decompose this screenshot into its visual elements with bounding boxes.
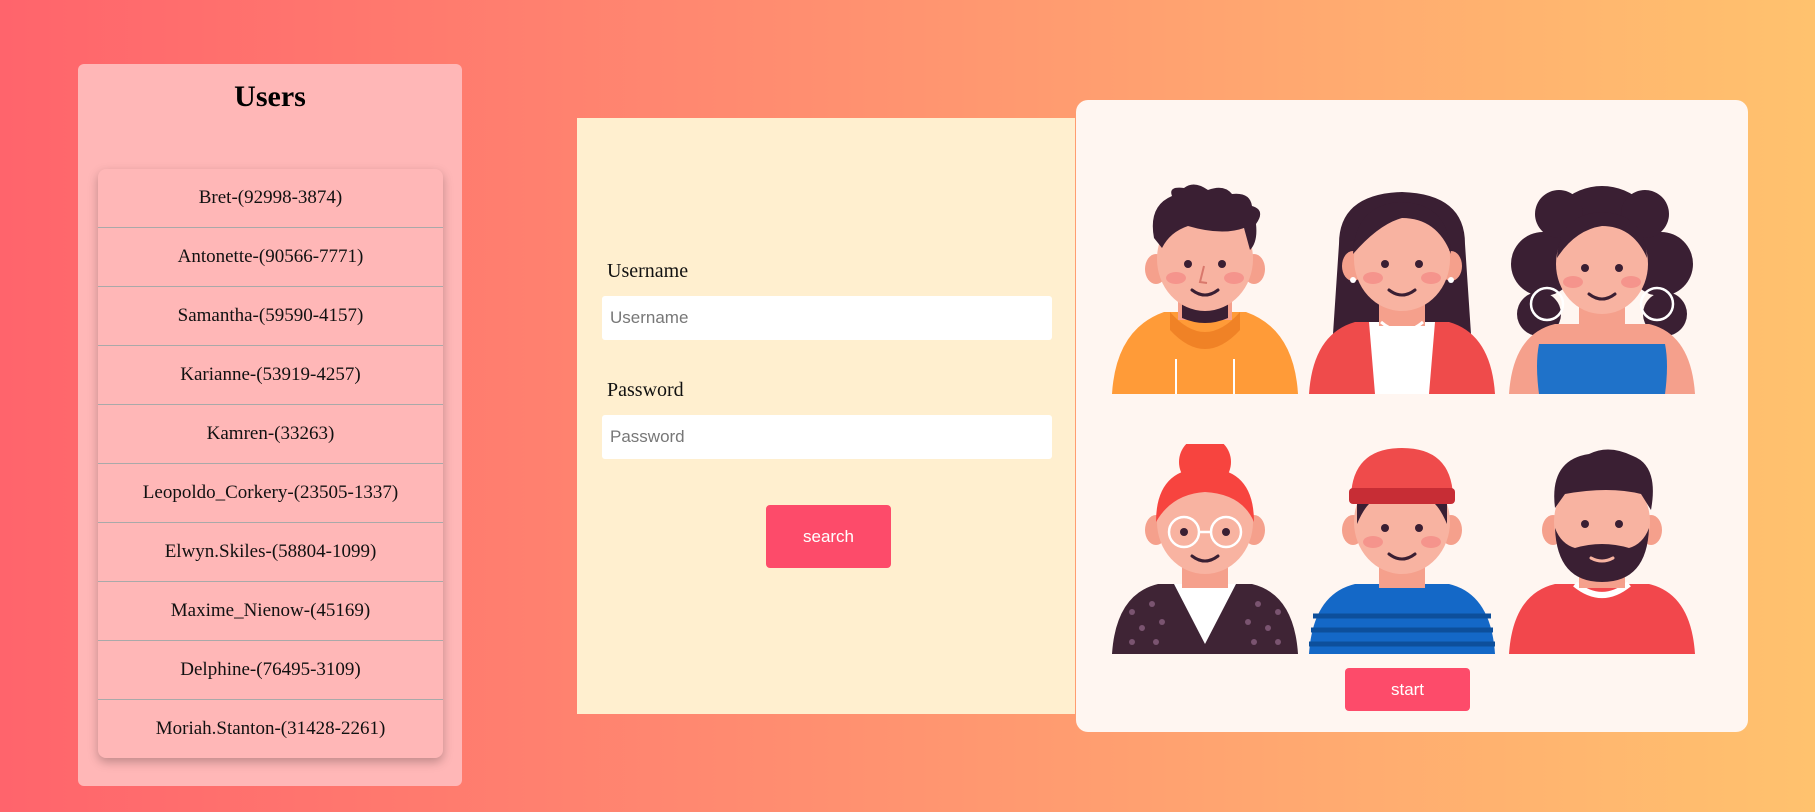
user-list-item[interactable]: Karianne-(53919-4257) [98, 346, 443, 405]
user-list-item[interactable]: Maxime_Nienow-(45169) [98, 582, 443, 641]
user-list-item[interactable]: Elwyn.Skiles-(58804-1099) [98, 523, 443, 582]
user-list-item[interactable]: Delphine-(76495-3109) [98, 641, 443, 700]
login-panel: Username Password search [577, 118, 1075, 714]
user-list-item[interactable]: Leopoldo_Corkery-(23505-1337) [98, 464, 443, 523]
username-label: Username [607, 260, 689, 282]
avatar-panel: start [1076, 100, 1748, 732]
users-sidebar: Users Bret-(92998-3874) Antonette-(90566… [78, 64, 462, 786]
user-list-item[interactable]: Antonette-(90566-7771) [98, 228, 443, 287]
woman-curly-hair-avatar[interactable] [1509, 184, 1695, 394]
man-orange-hoodie-avatar[interactable] [1112, 184, 1298, 394]
woman-red-top-avatar[interactable] [1309, 184, 1495, 394]
woman-glasses-bun-avatar[interactable] [1112, 444, 1298, 654]
start-button[interactable]: start [1345, 668, 1470, 711]
user-list: Bret-(92998-3874) Antonette-(90566-7771)… [98, 169, 443, 758]
user-list-item[interactable]: Samantha-(59590-4157) [98, 287, 443, 346]
password-input[interactable] [602, 415, 1052, 459]
password-label: Password [607, 379, 684, 401]
man-red-beanie-avatar[interactable] [1309, 444, 1495, 654]
user-list-item[interactable]: Kamren-(33263) [98, 405, 443, 464]
man-beard-avatar[interactable] [1509, 444, 1695, 654]
user-list-item[interactable]: Moriah.Stanton-(31428-2261) [98, 700, 443, 758]
sidebar-title: Users [234, 80, 306, 113]
username-input[interactable] [602, 296, 1052, 340]
search-button[interactable]: search [766, 505, 891, 568]
user-list-item[interactable]: Bret-(92998-3874) [98, 169, 443, 228]
